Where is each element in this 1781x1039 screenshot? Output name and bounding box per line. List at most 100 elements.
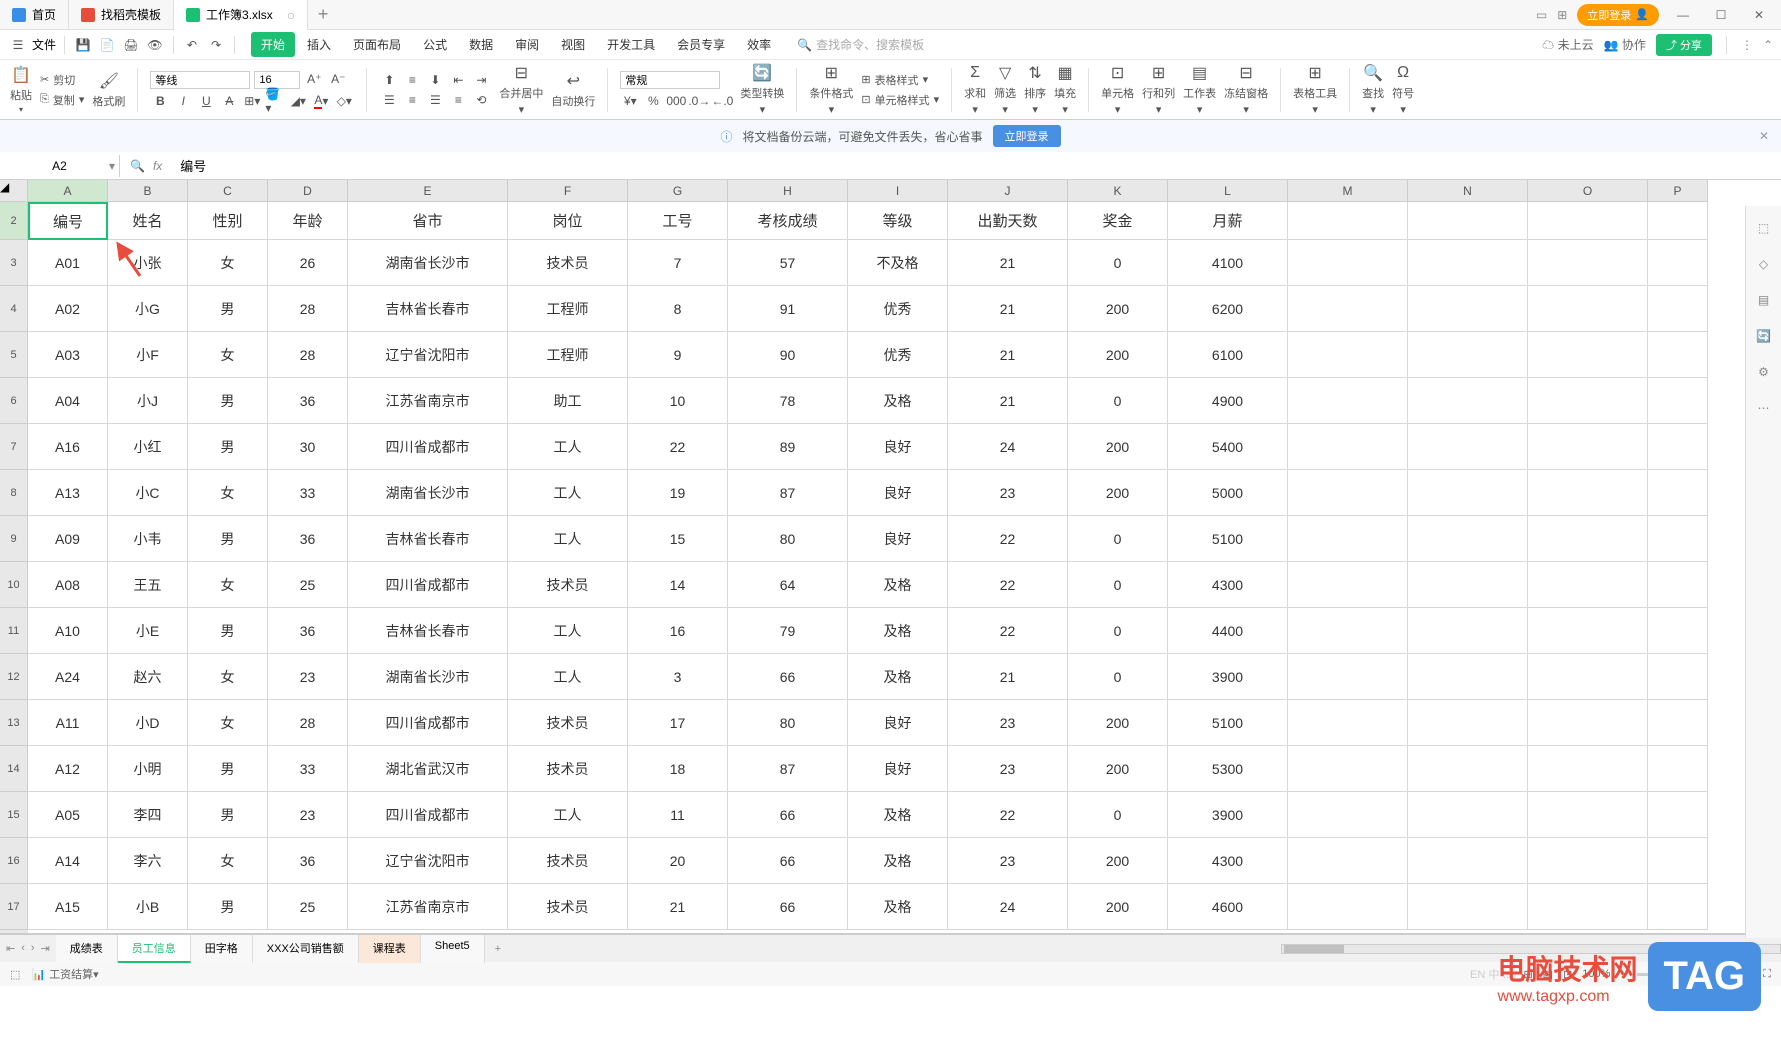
- row-header[interactable]: 2: [0, 202, 28, 240]
- cell[interactable]: [1288, 562, 1408, 608]
- row-header[interactable]: 11: [0, 608, 28, 654]
- cell[interactable]: 5300: [1168, 746, 1288, 792]
- cell[interactable]: [1648, 240, 1708, 286]
- collapse-ribbon-icon[interactable]: ⋮: [1741, 38, 1753, 52]
- cell[interactable]: 0: [1068, 608, 1168, 654]
- cell[interactable]: [1648, 792, 1708, 838]
- cell[interactable]: [1648, 286, 1708, 332]
- formula-input[interactable]: [172, 154, 1781, 177]
- cell-style-button[interactable]: ⊡ 单元格样式▾: [861, 92, 939, 108]
- cell[interactable]: 0: [1068, 516, 1168, 562]
- cell[interactable]: 技术员: [508, 838, 628, 884]
- cell[interactable]: 小E: [108, 608, 188, 654]
- align-middle-icon[interactable]: ≡: [402, 72, 422, 88]
- cell[interactable]: 湖南省长沙市: [348, 470, 508, 516]
- cell[interactable]: 省市: [348, 202, 508, 240]
- cell[interactable]: 小红: [108, 424, 188, 470]
- find-button[interactable]: 🔍查找▾: [1362, 63, 1384, 116]
- cell[interactable]: 辽宁省沈阳市: [348, 332, 508, 378]
- cell[interactable]: 湖北省武汉市: [348, 746, 508, 792]
- cell[interactable]: 11: [628, 792, 728, 838]
- cell[interactable]: 200: [1068, 746, 1168, 792]
- print-icon[interactable]: 🖨: [121, 35, 141, 55]
- menu-tab[interactable]: 公式: [413, 32, 457, 57]
- cell[interactable]: [1528, 884, 1648, 930]
- align-center-icon[interactable]: ≡: [402, 92, 422, 108]
- cell[interactable]: [1288, 240, 1408, 286]
- cell[interactable]: [1528, 470, 1648, 516]
- cell[interactable]: [1648, 378, 1708, 424]
- cell[interactable]: 23: [948, 470, 1068, 516]
- row-header[interactable]: 14: [0, 746, 28, 792]
- sheet-tab[interactable]: 成绩表: [56, 935, 118, 963]
- row-header[interactable]: 6: [0, 378, 28, 424]
- sheet-tab[interactable]: 员工信息: [118, 935, 191, 963]
- cell[interactable]: 及格: [848, 792, 948, 838]
- cell[interactable]: 四川省成都市: [348, 700, 508, 746]
- chevron-down-icon[interactable]: ▾: [109, 159, 115, 173]
- cell[interactable]: [1408, 746, 1528, 792]
- cell[interactable]: 4300: [1168, 838, 1288, 884]
- cell[interactable]: 女: [188, 240, 268, 286]
- cell[interactable]: 16: [628, 608, 728, 654]
- cell[interactable]: [1408, 470, 1528, 516]
- cell[interactable]: 0: [1068, 792, 1168, 838]
- cell[interactable]: 小C: [108, 470, 188, 516]
- cell[interactable]: 23: [948, 746, 1068, 792]
- cell[interactable]: 及格: [848, 562, 948, 608]
- cell[interactable]: 200: [1068, 332, 1168, 378]
- cell[interactable]: 66: [728, 884, 848, 930]
- align-top-icon[interactable]: ⬆: [379, 72, 399, 88]
- cell[interactable]: 200: [1068, 424, 1168, 470]
- cell[interactable]: A12: [28, 746, 108, 792]
- cell[interactable]: 湖南省长沙市: [348, 654, 508, 700]
- column-header[interactable]: I: [848, 180, 948, 202]
- cell[interactable]: 79: [728, 608, 848, 654]
- undo-icon[interactable]: ↶: [182, 35, 202, 55]
- format-painter-button[interactable]: 🖌格式刷: [92, 71, 125, 109]
- ribbon-toggle-icon[interactable]: ⌃: [1763, 38, 1773, 52]
- cell[interactable]: [1528, 378, 1648, 424]
- cell[interactable]: 女: [188, 562, 268, 608]
- export-icon[interactable]: 📄: [97, 35, 117, 55]
- cell[interactable]: [1648, 516, 1708, 562]
- cell[interactable]: A24: [28, 654, 108, 700]
- cell[interactable]: [1408, 240, 1528, 286]
- cell[interactable]: 78: [728, 378, 848, 424]
- cell[interactable]: [1648, 562, 1708, 608]
- cell[interactable]: 87: [728, 746, 848, 792]
- cell[interactable]: 男: [188, 516, 268, 562]
- sidebar-template-icon[interactable]: ▤: [1754, 290, 1774, 310]
- menu-icon[interactable]: ☰: [8, 35, 28, 55]
- cell[interactable]: [1648, 470, 1708, 516]
- cell[interactable]: [1288, 424, 1408, 470]
- cell[interactable]: [1288, 700, 1408, 746]
- cell[interactable]: 吉林省长春市: [348, 286, 508, 332]
- cell[interactable]: 吉林省长春市: [348, 608, 508, 654]
- cell[interactable]: [1648, 654, 1708, 700]
- sidebar-convert-icon[interactable]: 🔄: [1754, 326, 1774, 346]
- cell[interactable]: [1648, 332, 1708, 378]
- cell[interactable]: 工号: [628, 202, 728, 240]
- cell[interactable]: 200: [1068, 884, 1168, 930]
- row-header[interactable]: 17: [0, 884, 28, 930]
- cell[interactable]: [1528, 332, 1648, 378]
- close-icon[interactable]: ○: [287, 7, 295, 23]
- clear-format-button[interactable]: ◇▾: [334, 93, 354, 109]
- cell[interactable]: 不及格: [848, 240, 948, 286]
- cell[interactable]: 17: [628, 700, 728, 746]
- percent-icon[interactable]: %: [643, 93, 663, 109]
- column-header[interactable]: D: [268, 180, 348, 202]
- cell[interactable]: 男: [188, 884, 268, 930]
- cell[interactable]: 小明: [108, 746, 188, 792]
- cell[interactable]: 5100: [1168, 516, 1288, 562]
- cell[interactable]: [1528, 838, 1648, 884]
- row-col-button[interactable]: ⊞行和列▾: [1142, 63, 1175, 116]
- column-header[interactable]: F: [508, 180, 628, 202]
- cell[interactable]: 3900: [1168, 792, 1288, 838]
- cell[interactable]: 22: [948, 516, 1068, 562]
- column-header[interactable]: E: [348, 180, 508, 202]
- thousands-icon[interactable]: 000: [666, 93, 686, 109]
- cell[interactable]: A01: [28, 240, 108, 286]
- cell[interactable]: 4300: [1168, 562, 1288, 608]
